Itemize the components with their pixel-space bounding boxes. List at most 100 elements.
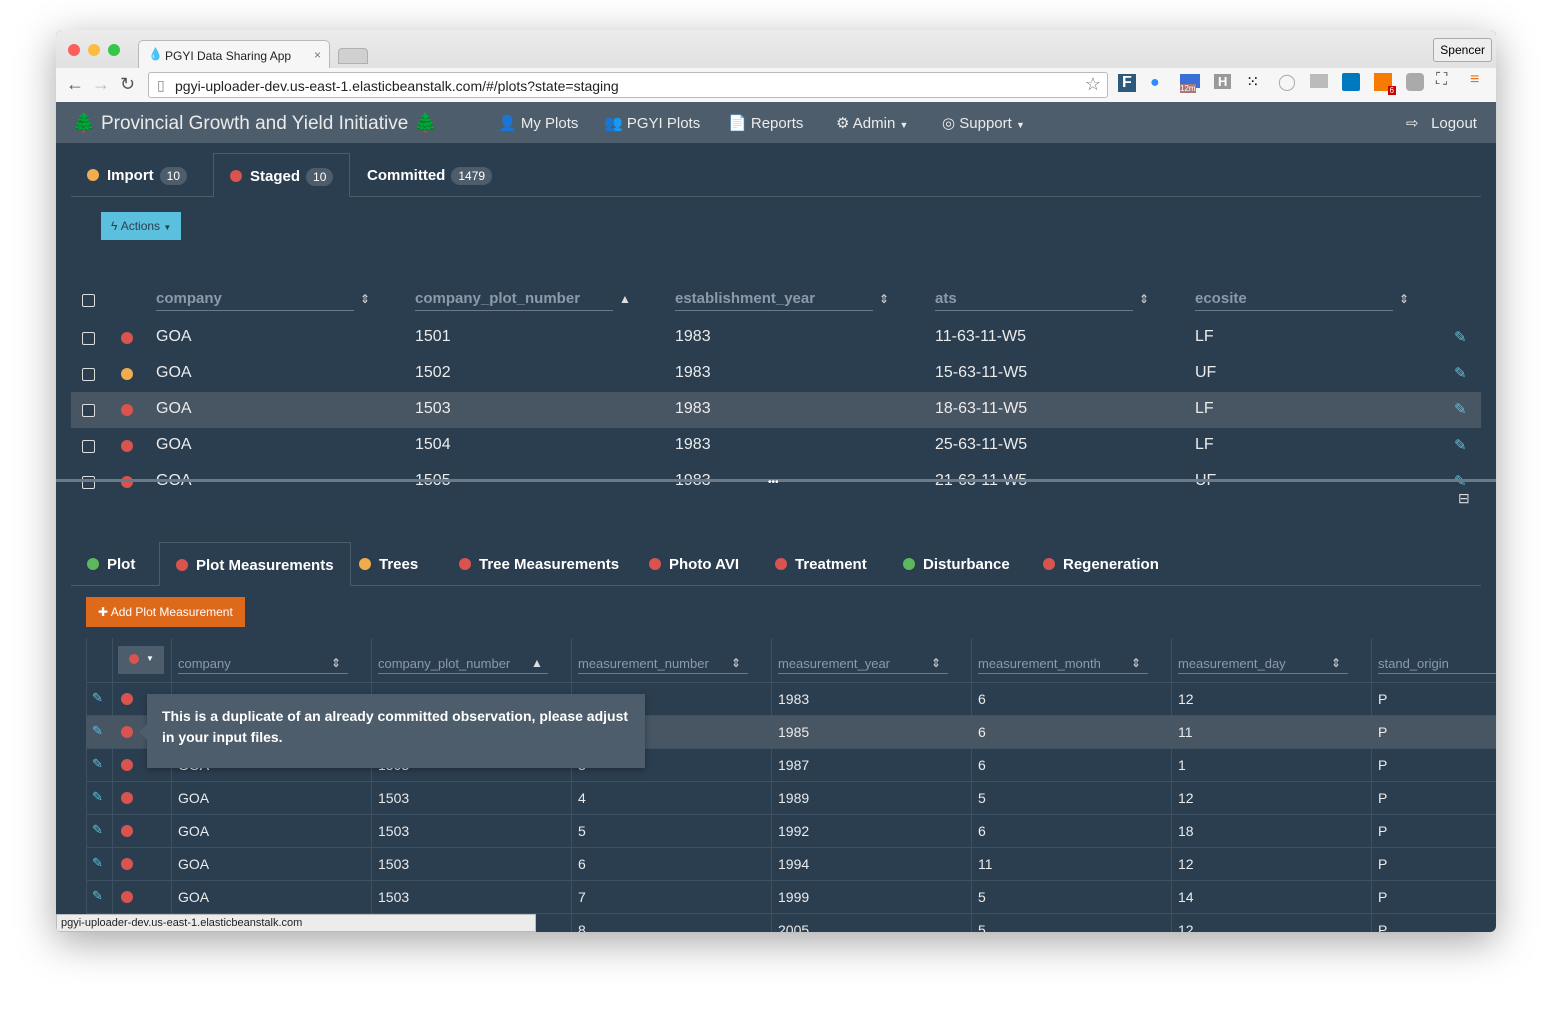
sort-asc-icon[interactable]: ▲ bbox=[619, 292, 631, 306]
apps-grid-icon[interactable]: ⁙ bbox=[1246, 72, 1259, 92]
column-header-measurement_number[interactable]: measurement_number bbox=[578, 656, 748, 674]
tab-import[interactable]: Import 10 bbox=[71, 153, 203, 197]
tab-committed[interactable]: Committed 1479 bbox=[351, 153, 508, 197]
sort-icon[interactable]: ⇕ bbox=[1399, 292, 1409, 306]
edit-pencil-icon[interactable]: ✎ bbox=[92, 888, 103, 904]
drag-handle-icon[interactable]: ••• bbox=[768, 477, 779, 488]
zoom-extension-icon[interactable]: ● bbox=[1150, 74, 1160, 92]
collapse-icon[interactable]: ⊟ bbox=[1458, 490, 1470, 507]
select-all-checkbox[interactable] bbox=[82, 294, 95, 307]
row-checkbox[interactable] bbox=[82, 476, 95, 489]
extension-h-icon[interactable]: H bbox=[1214, 74, 1232, 89]
sort-icon[interactable]: ⇕ bbox=[360, 292, 370, 306]
close-window-button[interactable] bbox=[68, 44, 80, 56]
nav-my-plots[interactable]: 👤 My Plots bbox=[498, 114, 578, 132]
column-header-measurement_year[interactable]: measurement_year bbox=[778, 656, 948, 674]
brand[interactable]: 🌲 Provincial Growth and Yield Initiative… bbox=[72, 111, 437, 135]
sort-icon[interactable]: ⇕ bbox=[879, 292, 889, 306]
address-bar[interactable]: ▯ pgyi-uploader-dev.us-east-1.elasticbean… bbox=[148, 72, 1108, 98]
sort-icon[interactable]: ⇕ bbox=[1131, 656, 1141, 670]
profile-button[interactable]: Spencer bbox=[1433, 38, 1492, 62]
column-header-ecosite[interactable]: ecosite bbox=[1195, 290, 1393, 311]
actions-dropdown[interactable]: ϟ Actions ▼ bbox=[101, 212, 182, 240]
extension-f-icon[interactable]: F bbox=[1118, 74, 1136, 92]
edit-pencil-icon[interactable]: ✎ bbox=[1454, 436, 1467, 454]
column-header-ats[interactable]: ats bbox=[935, 290, 1133, 311]
column-header-company_plot_number[interactable]: company_plot_number bbox=[378, 656, 548, 674]
bolt-icon: ϟ bbox=[111, 219, 118, 233]
column-header-establishment_year[interactable]: establishment_year bbox=[675, 290, 873, 311]
nav-admin[interactable]: ⚙ Admin ▼ bbox=[836, 114, 908, 132]
browser-tab[interactable]: 💧 PGYI Data Sharing App × bbox=[138, 40, 330, 68]
tab-trees[interactable]: Trees bbox=[343, 542, 434, 586]
edit-pencil-icon[interactable]: ✎ bbox=[92, 789, 103, 805]
status-filter-dropdown[interactable] bbox=[118, 646, 164, 674]
table-row[interactable]: ✎ GOA 1503 5 1992 6 18 P bbox=[86, 815, 1496, 847]
fullscreen-icon[interactable]: ⛶ bbox=[1436, 71, 1447, 89]
tab-disturbance[interactable]: Disturbance bbox=[887, 542, 1026, 586]
new-tab-button[interactable] bbox=[338, 48, 368, 64]
extension-image-icon[interactable] bbox=[1310, 74, 1328, 88]
table-row[interactable]: ✎ GOA 1503 4 1989 5 12 P bbox=[86, 782, 1496, 814]
tab-regeneration[interactable]: Regeneration bbox=[1027, 542, 1175, 586]
trello-icon[interactable] bbox=[1342, 73, 1360, 91]
row-checkbox[interactable] bbox=[82, 404, 95, 417]
sort-icon[interactable]: ⇕ bbox=[1139, 292, 1149, 306]
row-checkbox[interactable] bbox=[82, 440, 95, 453]
hubspot-icon[interactable]: 6 bbox=[1374, 73, 1396, 95]
edit-pencil-icon[interactable]: ✎ bbox=[92, 690, 103, 706]
add-plot-measurement-button[interactable]: ✚ Add Plot Measurement bbox=[86, 597, 245, 627]
cell-stand_origin: P bbox=[1378, 889, 1388, 905]
reload-icon[interactable]: ↻ bbox=[120, 74, 135, 95]
edit-pencil-icon[interactable]: ✎ bbox=[92, 756, 103, 772]
edit-pencil-icon[interactable]: ✎ bbox=[92, 822, 103, 838]
sort-icon[interactable]: ⇕ bbox=[1331, 656, 1341, 670]
row-checkbox[interactable] bbox=[82, 368, 95, 381]
tab-tree-measurements[interactable]: Tree Measurements bbox=[443, 542, 635, 586]
sort-icon[interactable]: ⇕ bbox=[931, 656, 941, 670]
menu-icon[interactable]: ≡ bbox=[1470, 71, 1479, 89]
forward-icon[interactable]: → bbox=[92, 74, 110, 95]
plot-measurements-grid: ▼ company ⇕ company_plot_number ▲ measurement… bbox=[86, 638, 1496, 932]
nav-reports[interactable]: 📄 Reports bbox=[728, 114, 803, 132]
back-icon[interactable]: ← bbox=[66, 74, 84, 95]
column-header-measurement_month[interactable]: measurement_month bbox=[978, 656, 1148, 674]
maximize-window-button[interactable] bbox=[108, 44, 120, 56]
edit-pencil-icon[interactable]: ✎ bbox=[92, 855, 103, 871]
table-row[interactable]: ✎ GOA 1503 6 1994 11 12 P bbox=[86, 848, 1496, 880]
nav-support[interactable]: ◎ Support ▼ bbox=[942, 114, 1025, 132]
tab-photo-avi[interactable]: Photo AVI bbox=[633, 542, 755, 586]
sort-asc-icon[interactable]: ▲ bbox=[531, 656, 543, 670]
column-header-company[interactable]: company bbox=[156, 290, 354, 311]
column-header-stand_origin[interactable]: stand_origin bbox=[1378, 656, 1496, 674]
column-header-company[interactable]: company bbox=[178, 656, 348, 674]
nav-pgyi-plots[interactable]: 👥 PGYI Plots bbox=[604, 114, 700, 132]
column-header-measurement_day[interactable]: measurement_day bbox=[1178, 656, 1348, 674]
logout-link[interactable]: ⇨ Logout bbox=[1406, 114, 1477, 132]
star-icon[interactable]: ☆ bbox=[1085, 74, 1101, 95]
edit-pencil-icon[interactable]: ✎ bbox=[1454, 400, 1467, 418]
column-header-company_plot_number[interactable]: company_plot_number bbox=[415, 290, 613, 311]
edit-pencil-icon[interactable]: ✎ bbox=[1454, 328, 1467, 346]
minimize-window-button[interactable] bbox=[88, 44, 100, 56]
table-row[interactable]: GOA 1502 1983 15-63-11-W5 UF ✎ bbox=[71, 356, 1481, 392]
tab-staged[interactable]: Staged 10 bbox=[213, 153, 351, 197]
sort-icon[interactable]: ⇕ bbox=[331, 656, 341, 670]
tab-plot[interactable]: Plot bbox=[71, 542, 151, 586]
table-row[interactable]: GOA 1503 1983 18-63-11-W5 LF ✎ bbox=[71, 392, 1481, 428]
resize-splitter[interactable]: ••• bbox=[56, 477, 1496, 488]
table-row[interactable]: GOA 1501 1983 11-63-11-W5 LF ✎ bbox=[71, 320, 1481, 356]
sort-icon[interactable]: ⇕ bbox=[731, 656, 741, 670]
table-row[interactable]: ✎ GOA 1503 7 1999 5 14 P bbox=[86, 881, 1496, 913]
extension-shield-icon[interactable] bbox=[1406, 73, 1424, 91]
table-row[interactable]: GOA 1504 1983 25-63-11-W5 LF ✎ bbox=[71, 428, 1481, 464]
cell-measurement_year: 1994 bbox=[778, 856, 810, 872]
row-checkbox[interactable] bbox=[82, 332, 95, 345]
edit-pencil-icon[interactable]: ✎ bbox=[92, 723, 103, 739]
calendar-extension-icon[interactable]: 12m bbox=[1180, 74, 1200, 93]
extension-circle-icon[interactable]: ◯ bbox=[1278, 72, 1296, 92]
close-tab-icon[interactable]: × bbox=[314, 48, 321, 62]
tab-plot-measurements[interactable]: Plot Measurements bbox=[159, 542, 351, 586]
edit-pencil-icon[interactable]: ✎ bbox=[1454, 364, 1467, 382]
tab-treatment[interactable]: Treatment bbox=[759, 542, 883, 586]
